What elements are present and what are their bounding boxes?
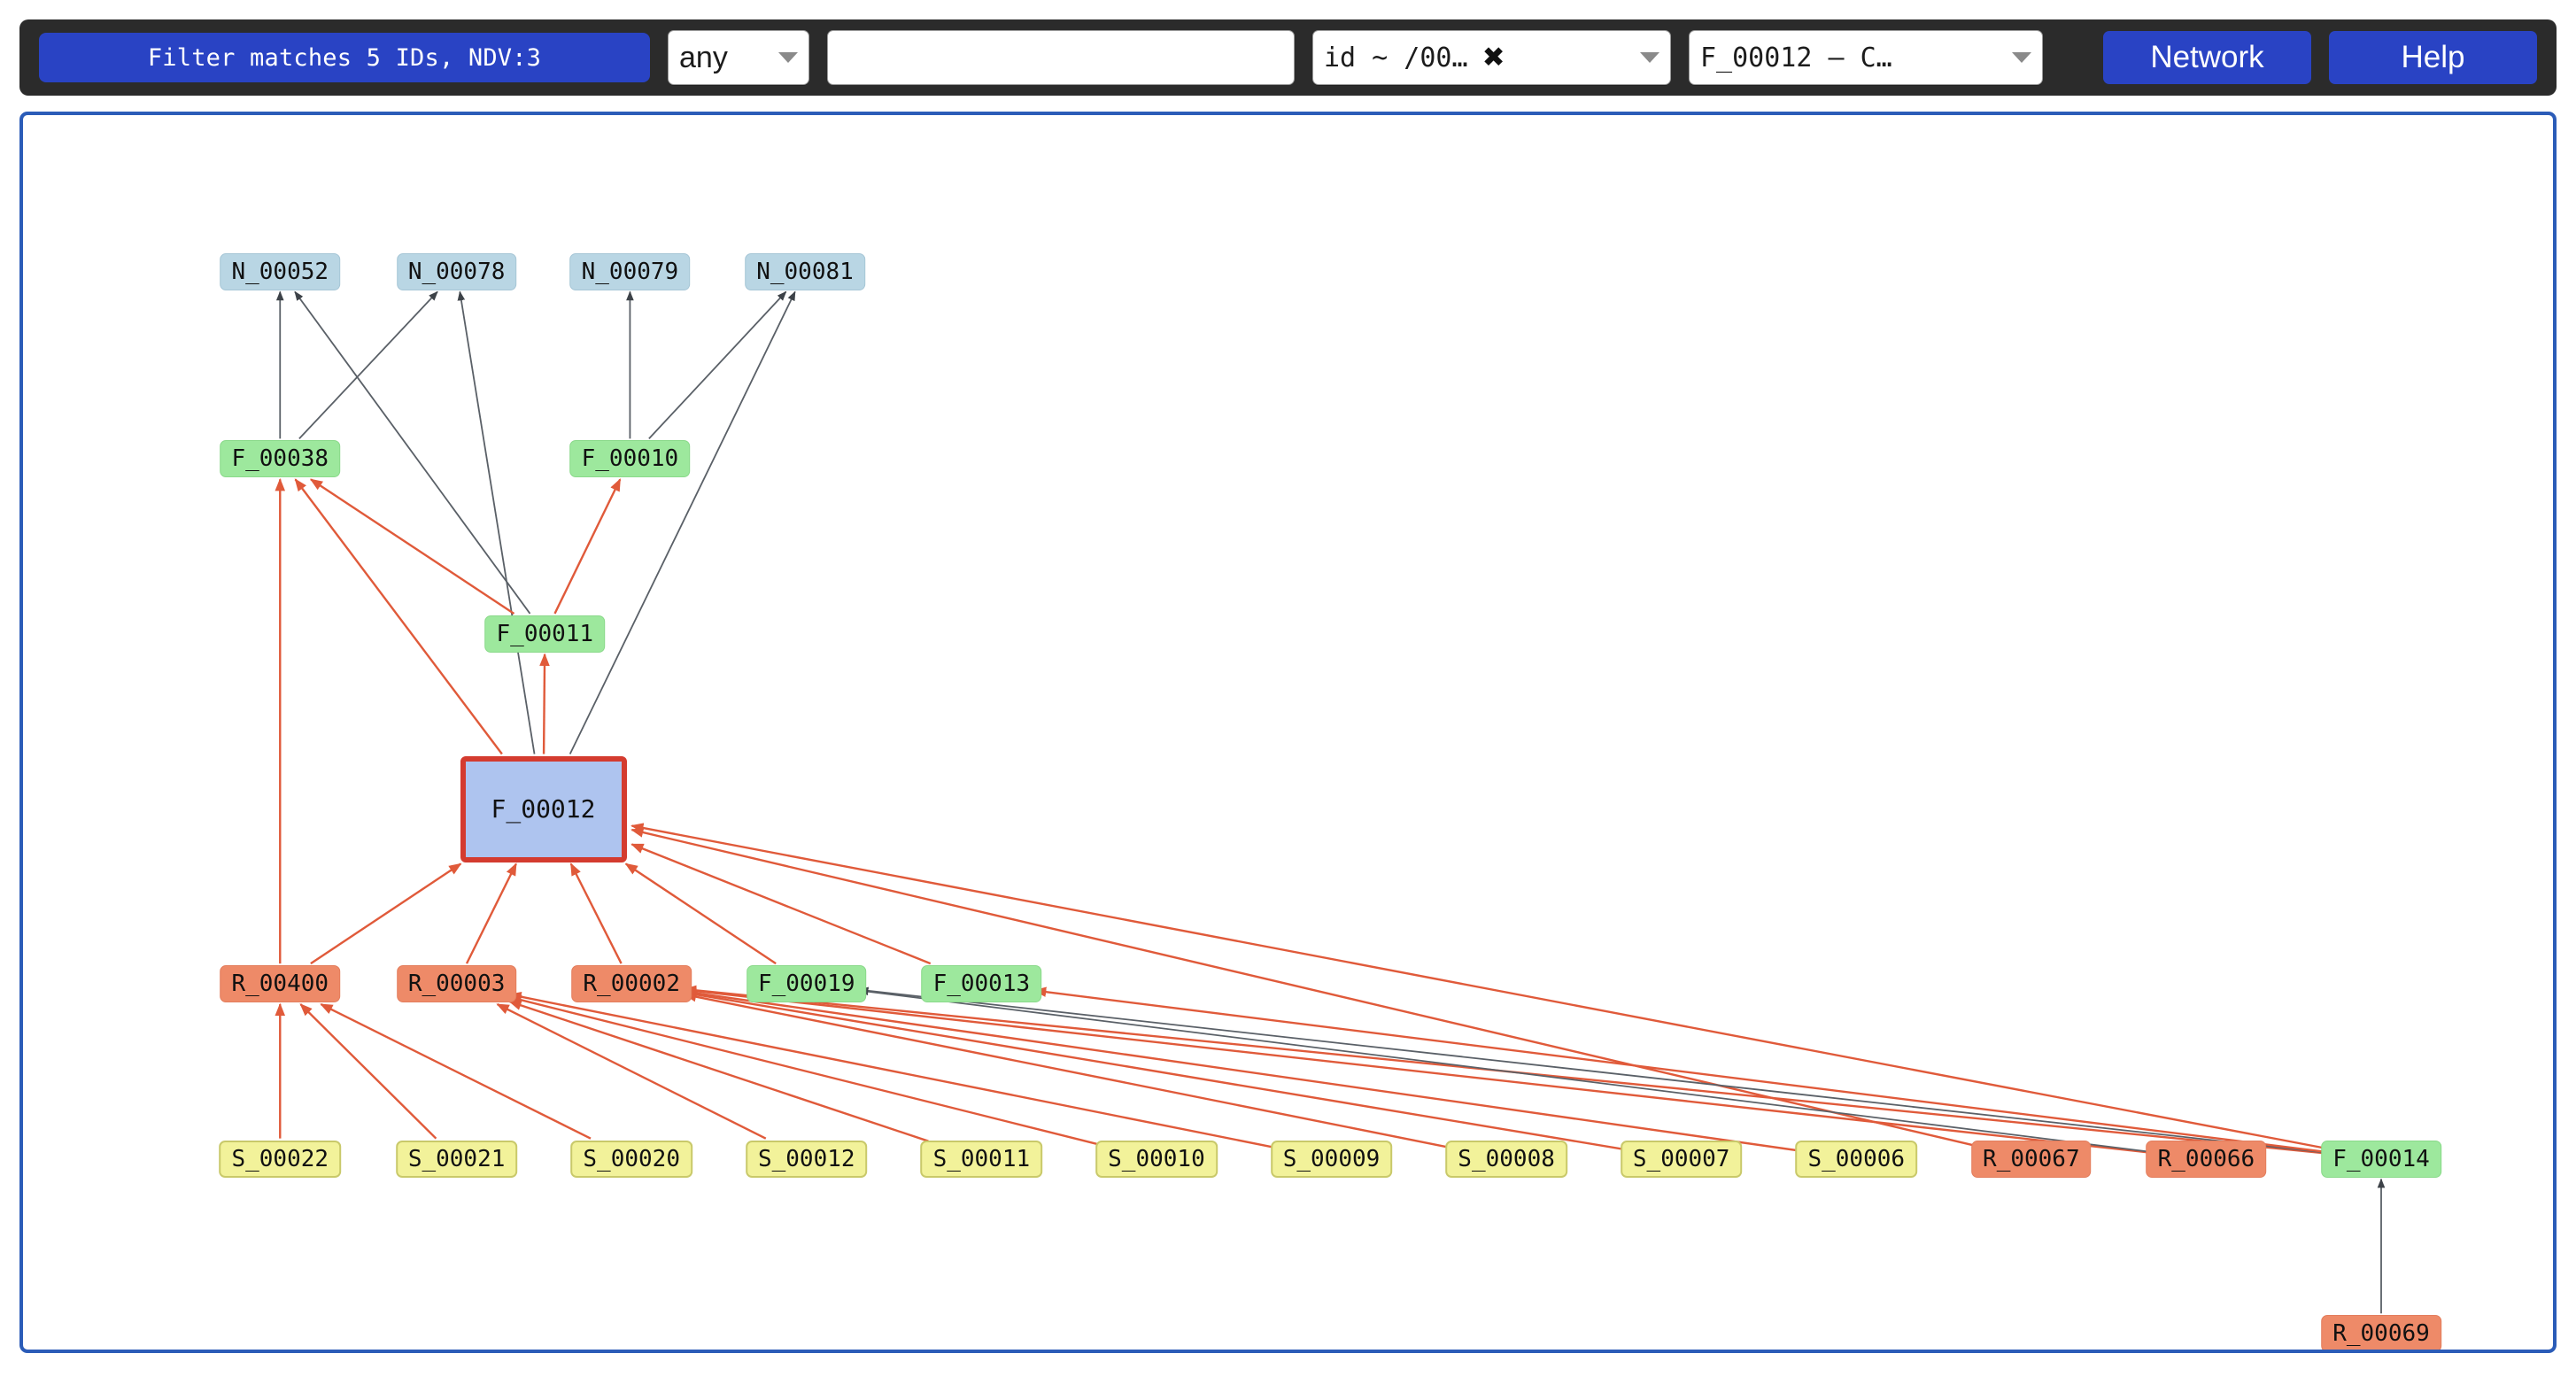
graph-edge [554, 479, 620, 614]
graph-node-s_00012[interactable]: S_00012 [746, 1141, 868, 1178]
graph-canvas[interactable]: N_00052 N_00078 N_00079 N_00081 F_00038 F_000… [19, 112, 2557, 1353]
chevron-down-icon [1640, 52, 1659, 63]
active-filter-select[interactable]: id ~ /00… ✖ [1312, 30, 1671, 85]
graph-edge [510, 994, 1279, 1149]
graph-edge [626, 864, 776, 964]
graph-node-f_00014[interactable]: F_00014 [2321, 1141, 2441, 1178]
graph-edge [860, 990, 2328, 1153]
chevron-down-icon [2012, 52, 2031, 63]
network-button[interactable]: Network [2103, 31, 2311, 84]
graph-edge [498, 1004, 766, 1139]
graph-edge [321, 1004, 591, 1139]
graph-node-f_00010[interactable]: F_00010 [570, 440, 691, 477]
graph-node-s_00022[interactable]: S_00022 [219, 1141, 341, 1178]
graph-node-s_00020[interactable]: S_00020 [570, 1141, 692, 1178]
node-select-value: F_00012 — C… [1700, 43, 1892, 73]
graph-node-s_00006[interactable]: S_00006 [1795, 1141, 1917, 1178]
graph-edge [299, 292, 437, 439]
graph-edge [544, 654, 545, 754]
graph-edge [311, 479, 514, 614]
graph-edge [860, 991, 2154, 1153]
graph-node-n_00078[interactable]: N_00078 [397, 253, 517, 290]
graph-edge [632, 844, 931, 963]
graph-node-r_00069[interactable]: R_00069 [2321, 1315, 2441, 1352]
graph-edge [296, 479, 502, 754]
match-mode-select[interactable]: any [668, 30, 809, 85]
node-select[interactable]: F_00012 — C… [1689, 30, 2043, 85]
graph-node-f_00011[interactable]: F_00011 [485, 615, 606, 653]
chevron-down-icon [778, 52, 798, 63]
graph-node-r_00002[interactable]: R_00002 [571, 965, 692, 1002]
graph-node-n_00079[interactable]: N_00079 [570, 253, 691, 290]
search-input[interactable] [827, 30, 1295, 85]
graph-edge [571, 864, 622, 964]
graph-edge [685, 993, 1628, 1150]
graph-node-s_00021[interactable]: S_00021 [396, 1141, 518, 1178]
graph-edge [300, 1004, 436, 1139]
graph-edge [649, 292, 786, 439]
graph-node-s_00010[interactable]: S_00010 [1095, 1141, 1218, 1178]
graph-edge [1034, 991, 2328, 1153]
graph-edge [510, 1002, 929, 1141]
graph-node-s_00011[interactable]: S_00011 [921, 1141, 1043, 1178]
graph-edge [510, 997, 1103, 1146]
graph-edge [570, 292, 795, 754]
graph-node-r_00067[interactable]: R_00067 [1971, 1141, 2092, 1178]
graph-edge [685, 994, 1453, 1149]
graph-node-f_00013[interactable]: F_00013 [922, 965, 1042, 1002]
graph-edge [632, 826, 2328, 1149]
graph-node-r_00003[interactable]: R_00003 [397, 965, 517, 1002]
graph-node-r_00400[interactable]: R_00400 [220, 965, 340, 1002]
graph-node-f_00019[interactable]: F_00019 [746, 965, 867, 1002]
graph-node-n_00081[interactable]: N_00081 [745, 253, 865, 290]
match-mode-value: any [679, 41, 728, 75]
clear-filter-icon[interactable]: ✖ [1482, 44, 1505, 72]
graph-node-r_00066[interactable]: R_00066 [2147, 1141, 2267, 1178]
graph-edge [460, 292, 534, 754]
graph-edge [467, 864, 516, 964]
graph-edge [311, 864, 460, 964]
graph-node-f_00038[interactable]: F_00038 [220, 440, 340, 477]
graph-edge [685, 989, 2328, 1154]
graph-node-s_00008[interactable]: S_00008 [1445, 1141, 1567, 1178]
graph-node-n_00052[interactable]: N_00052 [220, 253, 340, 290]
graph-edge [685, 990, 2153, 1153]
graph-node-s_00007[interactable]: S_00007 [1621, 1141, 1743, 1178]
graph-node-f_00012[interactable]: F_00012 [460, 756, 627, 862]
toolbar: Filter matches 5 IDs, NDV:3 any id ~ /00… [19, 19, 2557, 96]
filter-status-button[interactable]: Filter matches 5 IDs, NDV:3 [39, 33, 650, 82]
help-button[interactable]: Help [2329, 31, 2537, 84]
active-filter-value: id ~ /00… [1324, 43, 1468, 73]
graph-edge [685, 992, 1803, 1151]
graph-node-s_00009[interactable]: S_00009 [1271, 1141, 1393, 1178]
app-root: Filter matches 5 IDs, NDV:3 any id ~ /00… [0, 0, 2576, 1400]
